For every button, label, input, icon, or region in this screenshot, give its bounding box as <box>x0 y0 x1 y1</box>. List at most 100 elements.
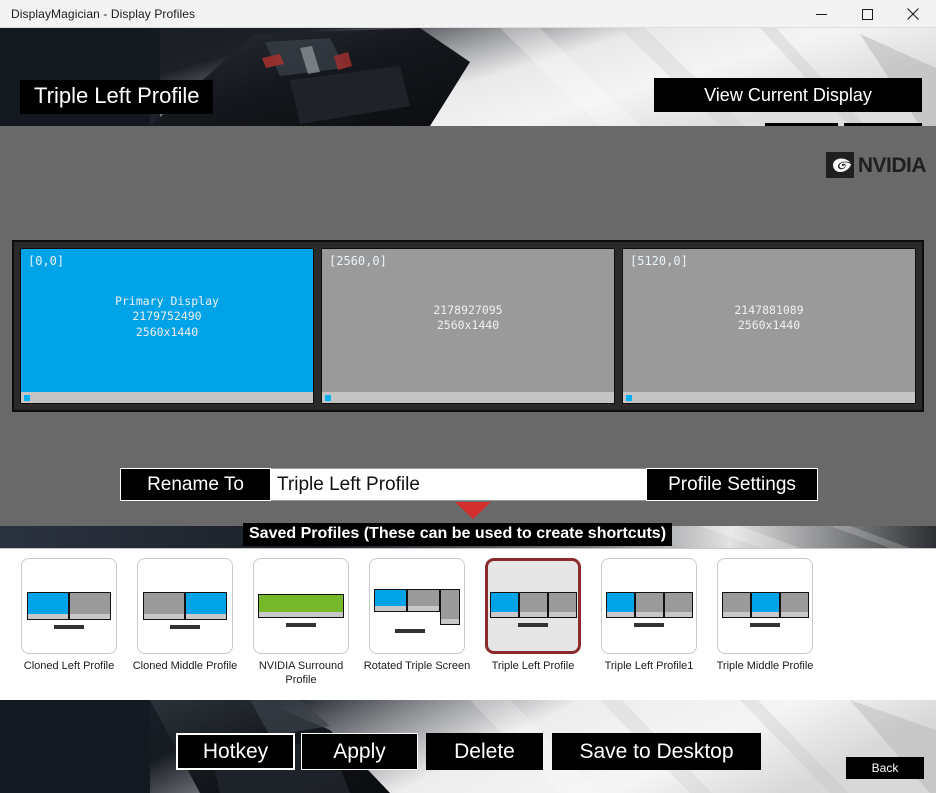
profile-item-nvidia-surround[interactable]: NVIDIA Surround Profile <box>243 558 359 688</box>
mini-layout <box>490 581 577 631</box>
profile-thumbnail[interactable] <box>601 558 697 654</box>
mini-screen-base <box>70 614 110 619</box>
mini-screen-base <box>441 619 459 624</box>
profile-item-rotated-triple[interactable]: Rotated Triple Screen <box>359 558 475 674</box>
mini-monitor-rotated <box>440 589 460 625</box>
mini-monitor <box>143 592 185 620</box>
profile-label: Cloned Left Profile <box>23 660 115 672</box>
profile-label: NVIDIA Surround Profile <box>258 660 344 686</box>
profile-item-triple-left[interactable]: Triple Left Profile <box>475 558 591 674</box>
profile-label: Triple Middle Profile <box>716 660 814 672</box>
nvidia-logo: NVIDIA <box>825 152 927 178</box>
help-button[interactable]: Help <box>765 123 838 126</box>
mini-monitor <box>258 594 344 618</box>
mini-screen-face <box>375 590 406 606</box>
close-icon[interactable] <box>890 0 936 28</box>
profile-item-triple-middle[interactable]: Triple Middle Profile <box>707 558 823 674</box>
display-screen[interactable]: [0,0] Primary Display 2179752490 2560x14… <box>20 248 314 404</box>
profile-settings-button[interactable]: Profile Settings <box>646 468 818 501</box>
window-controls <box>798 0 936 28</box>
rename-to-button[interactable]: Rename To <box>120 468 271 501</box>
screen-id: 2147881089 <box>734 302 804 317</box>
mini-screen-face <box>491 593 518 612</box>
delete-button[interactable]: Delete <box>426 733 543 770</box>
mini-stand <box>170 625 200 629</box>
mini-monitor <box>374 589 407 612</box>
power-led-icon <box>626 395 632 401</box>
mini-layout <box>142 581 228 631</box>
profile-label: Triple Left Profile <box>491 660 575 672</box>
mini-monitor <box>751 592 780 618</box>
mini-stand <box>395 629 426 633</box>
screen-face: [0,0] Primary Display 2179752490 2560x14… <box>21 249 313 392</box>
profile-item-triple-left-1[interactable]: Triple Left Profile1 <box>591 558 707 674</box>
mini-screen-base <box>607 612 634 617</box>
view-current-display-button[interactable]: View Current Display <box>654 78 922 112</box>
profile-thumbnail[interactable] <box>137 558 233 654</box>
save-to-desktop-button[interactable]: Save to Desktop <box>552 733 761 770</box>
mini-monitor-row <box>143 592 227 620</box>
mini-screen-base <box>665 612 692 617</box>
screen-resolution: 2560x1440 <box>737 318 801 333</box>
profile-thumbnail[interactable] <box>253 558 349 654</box>
profile-thumbnail[interactable] <box>369 558 465 654</box>
screen-info: 2147881089 2560x1440 <box>623 303 915 334</box>
mini-screen-face <box>259 595 343 612</box>
apply-button[interactable]: Apply <box>301 733 418 770</box>
maximize-icon[interactable] <box>844 0 890 28</box>
mini-screen-face <box>665 593 692 612</box>
profile-label: Cloned Middle Profile <box>132 660 238 672</box>
mini-screen-face <box>752 593 779 612</box>
display-layout-panel: [0,0] Primary Display 2179752490 2560x14… <box>12 240 924 412</box>
mini-screen-base <box>723 612 750 617</box>
mini-layout <box>374 581 460 633</box>
mini-screen-base <box>549 612 576 617</box>
mini-screen-base <box>520 612 547 617</box>
minimize-icon[interactable] <box>798 0 844 28</box>
hotkey-button[interactable]: Hotkey <box>176 733 295 770</box>
display-screen[interactable]: [5120,0] 2147881089 2560x1440 <box>622 248 916 404</box>
mini-screen-base <box>781 612 808 617</box>
profile-name-input[interactable] <box>271 468 646 501</box>
profile-thumbnail[interactable] <box>717 558 813 654</box>
mini-monitor <box>780 592 809 618</box>
mini-screen-face <box>144 593 184 614</box>
profile-thumbnail[interactable] <box>21 558 117 654</box>
mini-screen-base <box>491 612 518 617</box>
power-led-icon <box>325 395 331 401</box>
mini-monitor-row <box>606 592 693 618</box>
mini-monitor <box>407 589 440 612</box>
mini-stand <box>286 623 316 627</box>
screen-coordinates: [5120,0] <box>630 254 688 268</box>
down-arrow-indicator-icon <box>455 502 491 519</box>
mini-monitor <box>27 592 69 620</box>
mini-layout <box>26 581 112 631</box>
header-banner: Triple Left Profile View Current Display… <box>0 28 936 126</box>
saved-profiles-list: Cloned Left Profile Cloned Middle Profil… <box>0 548 936 700</box>
page-title: Triple Left Profile <box>20 80 214 114</box>
screen-coordinates: [2560,0] <box>329 254 387 268</box>
display-screen[interactable]: [2560,0] 2178927095 2560x1440 <box>321 248 615 404</box>
profile-item-cloned-left[interactable]: Cloned Left Profile <box>11 558 127 674</box>
mini-screen-face <box>441 590 459 619</box>
mini-monitor-row <box>258 594 344 618</box>
rename-row: Rename To Profile Settings <box>120 468 818 501</box>
screen-face: [5120,0] 2147881089 2560x1440 <box>623 249 915 392</box>
profile-item-cloned-middle[interactable]: Cloned Middle Profile <box>127 558 243 674</box>
profile-thumbnail[interactable] <box>485 558 581 654</box>
mini-layout <box>722 581 809 631</box>
window-title: DisplayMagician - Display Profiles <box>11 6 196 21</box>
mini-stand <box>518 623 548 627</box>
mini-monitor-row <box>722 592 809 618</box>
mini-monitor <box>548 592 577 618</box>
back-button[interactable]: Back <box>846 757 924 779</box>
mini-screen-face <box>607 593 634 612</box>
screen-stand <box>21 392 313 403</box>
mini-stand <box>634 623 664 627</box>
mini-monitor <box>185 592 227 620</box>
mini-stand <box>750 623 780 627</box>
mini-screen-face <box>186 593 226 614</box>
nvidia-wordmark: NVIDIA <box>857 153 927 177</box>
donate-button[interactable]: Donate <box>844 123 922 126</box>
screen-stand <box>322 392 614 403</box>
